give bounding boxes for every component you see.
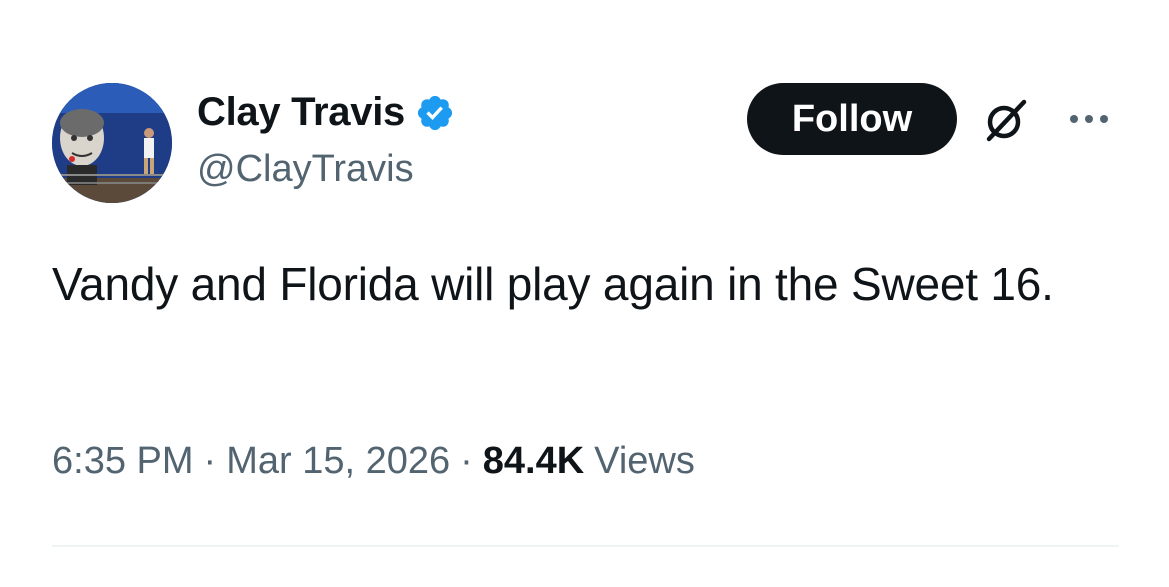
more-options-icon[interactable] [1064,104,1114,134]
meta-separator: · [203,440,217,482]
tweet-time[interactable]: 6:35 PM [52,440,194,483]
tweet-date[interactable]: Mar 15, 2026 [226,440,450,483]
author-name-row[interactable]: Clay Travis [197,90,455,135]
avatar-image [52,83,172,203]
verified-badge-icon [415,93,455,133]
author-display-name[interactable]: Clay Travis [197,90,405,135]
divider [52,545,1119,547]
views-label: Views [594,440,695,482]
follow-button[interactable]: Follow [747,83,957,155]
author-handle[interactable]: @ClayTravis [197,148,414,191]
tweet-card: Clay Travis @ClayTravis Follow Vandy and… [0,0,1169,587]
tweet-meta: 6:35 PM · Mar 15, 2026 · 84.4K Views [52,440,695,483]
avatar[interactable] [52,83,172,203]
grok-icon[interactable] [980,94,1032,146]
views-count: 84.4K [482,440,585,482]
tweet-text: Vandy and Florida will play again in the… [52,258,1054,310]
meta-separator: · [460,440,473,482]
